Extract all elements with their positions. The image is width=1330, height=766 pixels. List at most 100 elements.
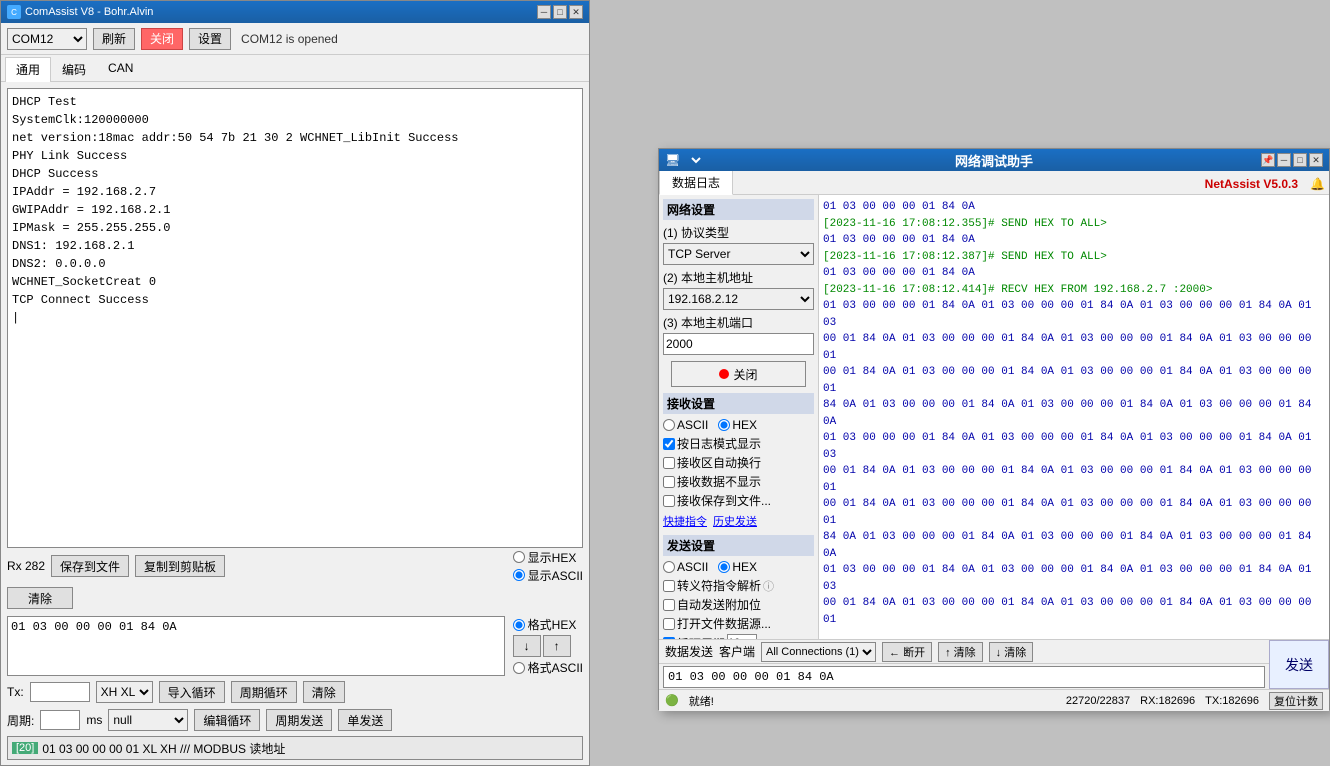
minimize-button[interactable]: ─ [537,5,551,19]
recv-ascii-label: ASCII [663,418,708,432]
format-ascii-radio[interactable] [513,662,525,674]
reset-count-button[interactable]: 复位计数 [1269,692,1323,710]
period-input[interactable] [40,710,80,730]
log-entry: 01 03 00 00 00 01 84 0A 01 03 00 00 00 0… [823,562,1325,595]
tx-input[interactable] [30,682,90,702]
format-ascii-label: 格式ASCII [513,659,583,676]
auto-checksum-checkbox[interactable] [663,599,675,611]
history-send-link[interactable]: 历史发送 [713,513,757,529]
send-ascii-radio[interactable] [663,561,675,573]
decode-cmd-label: 转义符指令解析 ⓘ [663,577,814,594]
send-text-area[interactable]: 01 03 00 00 00 01 84 0A [7,616,505,676]
period-send-button[interactable]: 周期发送 [266,709,332,731]
show-recv-checkbox[interactable] [663,476,675,488]
send-hex-label: HEX [718,560,757,574]
ms-label: ms [86,713,102,727]
net-dropdown[interactable] [684,151,704,169]
log-entry: 84 0A 01 03 00 00 00 01 84 0A 01 03 00 0… [823,397,1325,430]
edit-cycle-button[interactable]: 编辑循环 [194,709,260,731]
import-cycle-button[interactable]: 导入循环 [159,681,225,703]
tab-encoding[interactable]: 编码 [51,57,97,81]
tab-can[interactable]: CAN [97,57,144,81]
net-minimize-button[interactable]: ─ [1277,153,1291,167]
save-file-button[interactable]: 保存到文件 [51,555,129,577]
recv-ascii-radio[interactable] [663,419,675,431]
net-icon: 🖥 [665,153,680,167]
clear-send-button[interactable]: 清除 [303,681,345,703]
net-send-button[interactable]: 发送 [1269,640,1329,689]
log-entry: 01 03 00 00 00 01 84 0A [823,265,1325,282]
net-maximize-button[interactable]: □ [1293,153,1307,167]
refresh-button[interactable]: 刷新 [93,28,135,50]
arrow-up-button[interactable]: ↑ [543,635,571,657]
decode-cmd-checkbox[interactable] [663,580,675,592]
settings-button[interactable]: 设置 [189,28,231,50]
log-entry: 01 03 00 00 00 01 84 0A 01 03 00 00 00 0… [823,298,1325,331]
log-line: DHCP Success [12,165,578,183]
auto-checksum-label: 自动发送附加位 [663,596,814,613]
recv-hex-radio[interactable] [718,419,730,431]
decode-cmd-text: 转义符指令解析 [677,577,761,594]
save-recv-checkbox[interactable] [663,495,675,507]
log-line: GWIPAddr = 192.168.2.1 [12,201,578,219]
clear-up-button[interactable]: ↑ 清除 [938,642,983,662]
comassist-title: ComAssist V8 - Bohr.Alvin [25,6,153,18]
netassist-version: NetAssist V5.0.3 [1197,174,1306,194]
send-hex-radio[interactable] [718,561,730,573]
close-button-comassist[interactable]: ✕ [569,5,583,19]
display-ascii-radio[interactable] [513,569,525,581]
log-line: SystemClk:120000000 [12,111,578,129]
quick-connect-link[interactable]: 快捷指令 [663,513,707,529]
local-addr-select[interactable]: 192.168.2.12 [663,288,814,310]
send-section: 01 03 00 00 00 01 84 0A 格式HEX ↓ ↑ 格式ASCI… [7,616,583,676]
log-mode-checkbox[interactable] [663,438,675,450]
cmd-bar: [20] 01 03 00 00 00 01 XL XH /// MODBUS … [7,736,583,760]
counter-text: 22720/22837 [1066,695,1130,707]
log-line: IPAddr = 192.168.2.7 [12,183,578,201]
port-select[interactable]: COM12 [7,28,87,50]
arrow-down-button[interactable]: ↓ [513,635,541,657]
xh-xl-select[interactable]: XH XL [96,681,153,703]
recv-hex-text: HEX [732,418,757,432]
protocol-select[interactable]: TCP Server [663,243,814,265]
period-select[interactable]: null [108,709,188,731]
netassist-title: 网络调试助手 [955,151,1033,170]
tab-data-log[interactable]: 数据日志 [659,170,733,195]
loop-period-checkbox[interactable] [663,637,675,639]
comassist-main: DHCP Test SystemClk:120000000 net versio… [1,82,589,766]
net-close-button[interactable]: ✕ [1309,153,1323,167]
local-port-input[interactable] [663,333,814,355]
log-line: net version:18mac addr:50 54 7b 21 30 2 … [12,129,578,147]
clear-button[interactable]: 清除 [7,587,73,609]
netassist-body: 网络设置 (1) 协议类型 TCP Server (2) 本地主机地址 192.… [659,195,1329,639]
save-recv-label: 接收保存到文件... [663,492,814,509]
log-line: DNS1: 192.168.2.1 [12,237,578,255]
single-send-button[interactable]: 单发送 [338,709,392,731]
recv-hex-label: HEX [718,418,757,432]
net-send-input[interactable] [663,666,1265,688]
open-file-checkbox[interactable] [663,618,675,630]
connections-select[interactable]: All Connections (1) [761,642,876,662]
log-line: WCHNET_SocketCreat 0 [12,273,578,291]
display-hex-radio[interactable] [513,551,525,563]
auto-newline-checkbox[interactable] [663,457,675,469]
close-port-button[interactable]: 关闭 [141,28,183,50]
maximize-button[interactable]: □ [553,5,567,19]
tx-label: Tx: [7,685,24,699]
loop-ms-input[interactable] [727,634,757,639]
log-entry: [2023-11-16 17:08:12.414]# RECV HEX FROM… [823,282,1325,299]
tab-general[interactable]: 通用 [5,57,51,82]
display-ascii-label: 显示ASCII [513,567,583,584]
copy-button[interactable]: 复制到剪贴板 [135,555,225,577]
rx-label: Rx 282 [7,559,45,573]
protocol-label: (1) 协议类型 [663,224,814,241]
clear-down-button[interactable]: ↓ 清除 [989,642,1034,662]
disconnect-button[interactable]: ← 断开 [882,642,932,662]
period-cycle-button[interactable]: 周期循环 [231,681,297,703]
format-hex-radio[interactable] [513,619,525,631]
close-btn[interactable]: 关闭 [671,361,807,387]
close-connection-btn[interactable]: 关闭 [663,361,814,387]
send-controls-bar: 数据发送 客户端 All Connections (1) ← 断开 ↑ 清除 ↓… [659,640,1269,664]
net-icon-btn1[interactable]: 📌 [1261,153,1275,167]
log-line: TCP Connect Success [12,291,578,309]
